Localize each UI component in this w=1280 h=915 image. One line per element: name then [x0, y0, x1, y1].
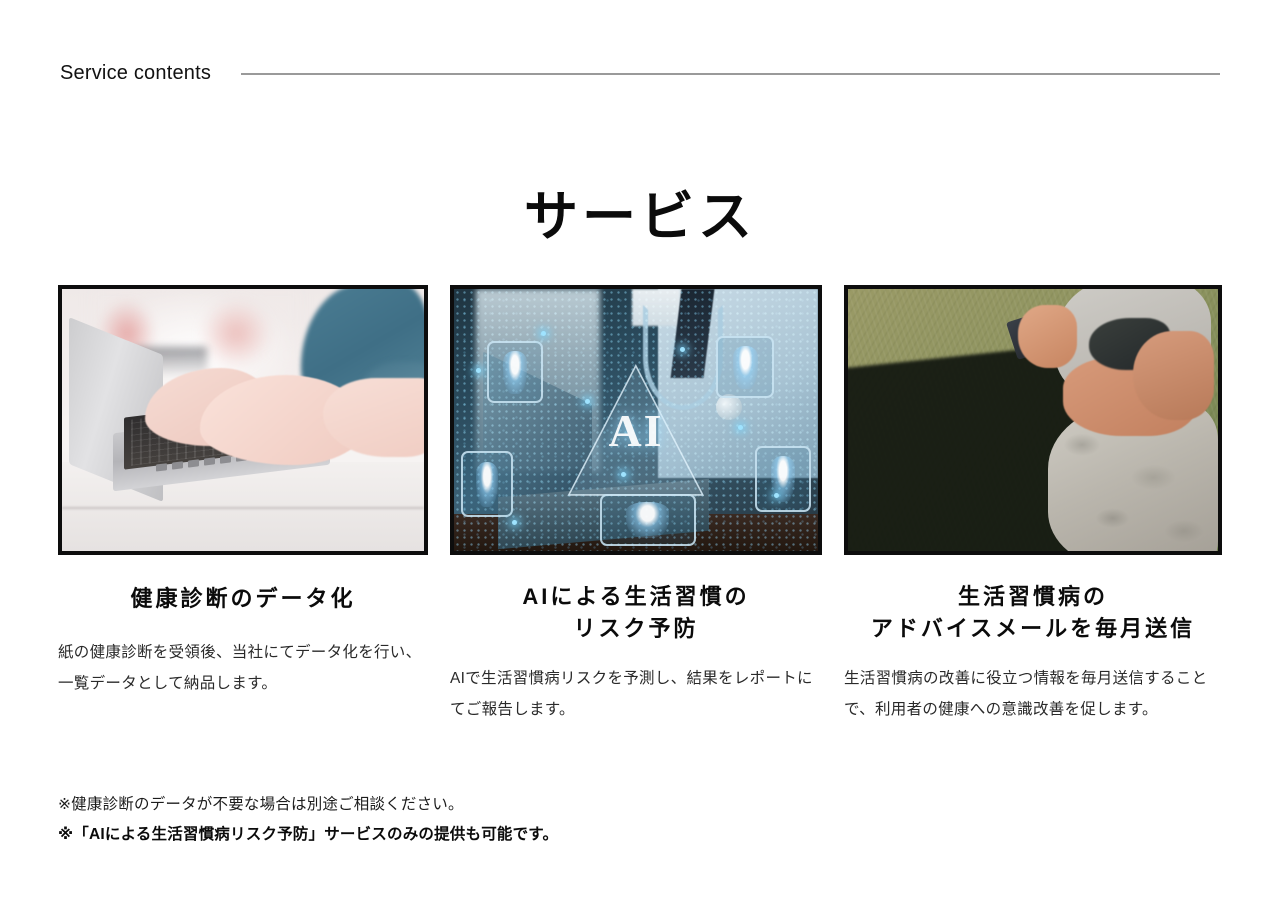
card-title-line-1: AIによる生活習慣の: [522, 584, 750, 609]
header-divider-rule: [241, 73, 1220, 75]
card-title-line-1: 生活習慣病の: [957, 584, 1108, 609]
service-card-monthly-advice-mail: 生活習慣病の アドバイスメールを毎月送信 生活習慣病の改善に役立つ情報を毎月送信…: [844, 285, 1222, 725]
card-title: 生活習慣病の アドバイスメールを毎月送信: [844, 581, 1222, 645]
card-title-line-2: アドバイスメールを毎月送信: [870, 615, 1196, 641]
footnote-2: ※「AIによる生活習慣病リスク予防」サービスのみの提供も可能です。: [58, 826, 559, 844]
human-body-icon: [754, 446, 811, 513]
section-header: Service contents: [60, 56, 1220, 90]
photo-hands-typing-on-laptop: [62, 289, 424, 551]
service-card-data-conversion: 健康診断のデータ化 紙の健康診断を受領後、当社にてデータ化を行い、一覧データとし…: [58, 285, 428, 725]
service-card-ai-risk-prevention: AI AIによる生活習慣の リスク予防 AIで生活習慣病リスクを予測し、結果をレ…: [450, 285, 822, 725]
human-body-icon: [461, 451, 514, 518]
footnote-1: ※健康診断のデータが不要な場合は別途ご相談ください。: [58, 796, 464, 813]
card-title: 健康診断のデータ化: [58, 583, 428, 615]
service-cards: 健康診断のデータ化 紙の健康診断を受領後、当社にてデータ化を行い、一覧データとし…: [58, 285, 1222, 725]
photo-doctor-with-ai-hologram: AI: [454, 289, 818, 551]
card-image-frame: [844, 285, 1222, 555]
card-image-frame: [58, 285, 428, 555]
data-chart-icon: [599, 493, 696, 546]
human-body-icon: [716, 336, 775, 399]
card-body-text: 生活習慣病の改善に役立つ情報を毎月送信することで、利用者の健康への意識改善を促し…: [844, 669, 1208, 718]
page-title: サービス: [524, 187, 756, 247]
footnotes: ※健康診断のデータが不要な場合は別途ご相談ください。 ※「AIによる生活習慣病リ…: [58, 790, 958, 850]
card-title-line-2: リスク予防: [573, 615, 699, 641]
card-title: AIによる生活習慣の リスク予防: [450, 581, 822, 645]
card-body-text: 紙の健康診断を受領後、当社にてデータ化を行い、一覧データとして納品します。: [58, 643, 422, 692]
human-body-icon: [486, 341, 543, 404]
section-header-label: Service contents: [60, 61, 212, 84]
card-title-line-1: 健康診断のデータ化: [130, 586, 356, 611]
slide-root: Service contents サービス 健康診断のデータ化 紙の健康診断を受…: [0, 0, 1280, 915]
card-image-frame: AI: [450, 285, 822, 555]
photo-woman-on-grass-with-phone: [848, 289, 1218, 551]
card-body-text: AIで生活習慣病リスクを予測し、結果をレポートにてご報告します。: [450, 669, 813, 718]
